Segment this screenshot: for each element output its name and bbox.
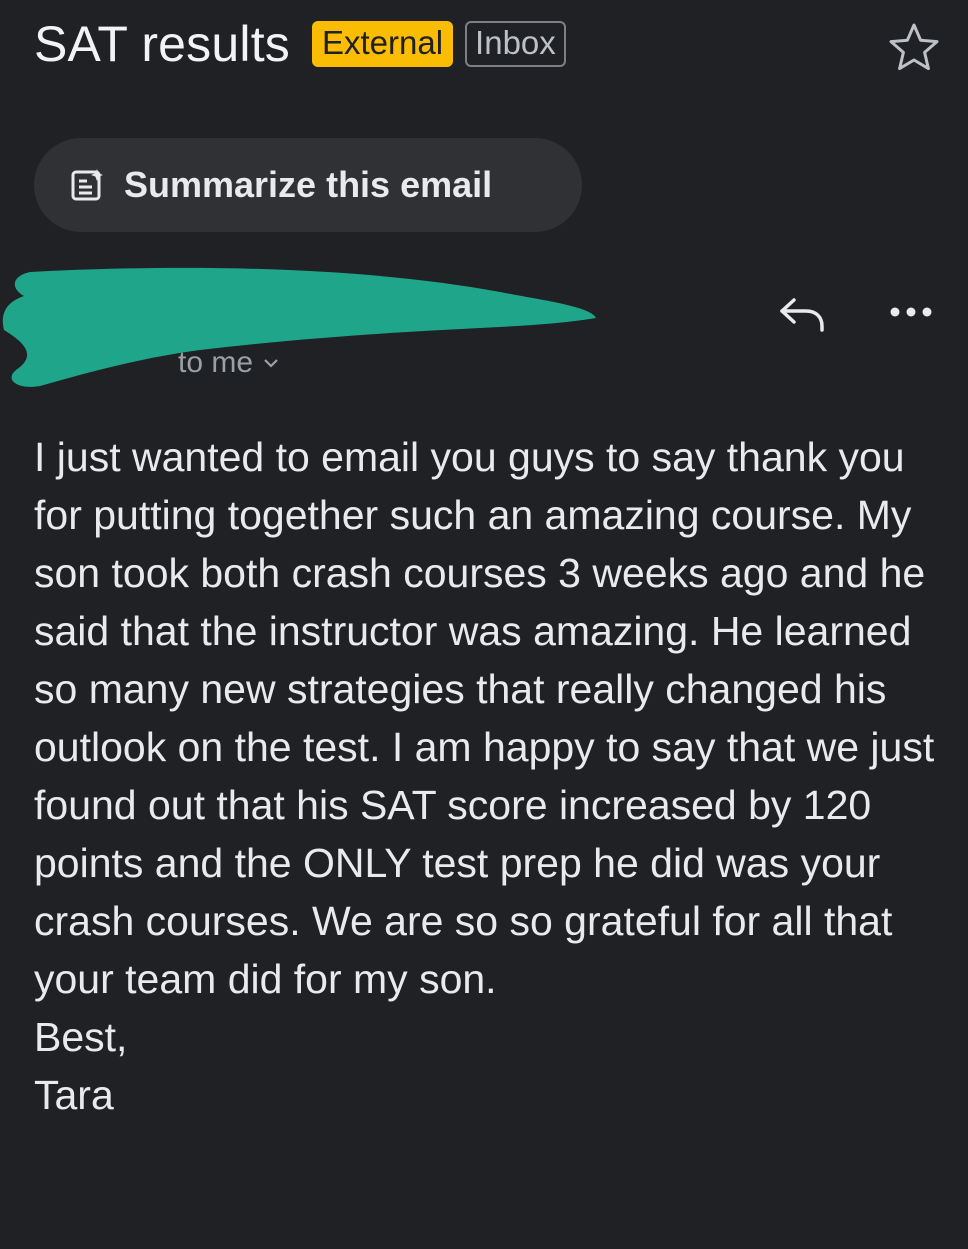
email-body: I just wanted to email you guys to say t… <box>34 428 944 1124</box>
email-header: SAT results External Inbox <box>34 12 934 76</box>
summarize-button-label: Summarize this email <box>124 164 493 205</box>
chevron-down-icon <box>264 359 278 368</box>
email-body-text: I just wanted to email you guys to say t… <box>34 434 935 1002</box>
email-signature: Tara <box>34 1072 114 1118</box>
summarize-document-icon <box>71 169 103 201</box>
recipient-details-toggle[interactable]: to me <box>178 346 279 380</box>
inbox-label-chip[interactable]: Inbox <box>465 20 566 68</box>
email-view: SAT results External Inbox Summarize thi… <box>0 0 968 1249</box>
reply-icon[interactable] <box>776 294 828 334</box>
star-icon[interactable] <box>886 20 942 76</box>
recipient-line: to me <box>178 346 254 379</box>
redaction-scribble <box>2 267 596 387</box>
email-subject: SAT results <box>34 16 290 72</box>
more-options-icon[interactable] <box>886 300 936 324</box>
email-signoff: Best, <box>34 1014 128 1060</box>
external-label-badge: External <box>311 20 454 68</box>
summarize-email-button[interactable]: Summarize this email <box>34 138 582 232</box>
